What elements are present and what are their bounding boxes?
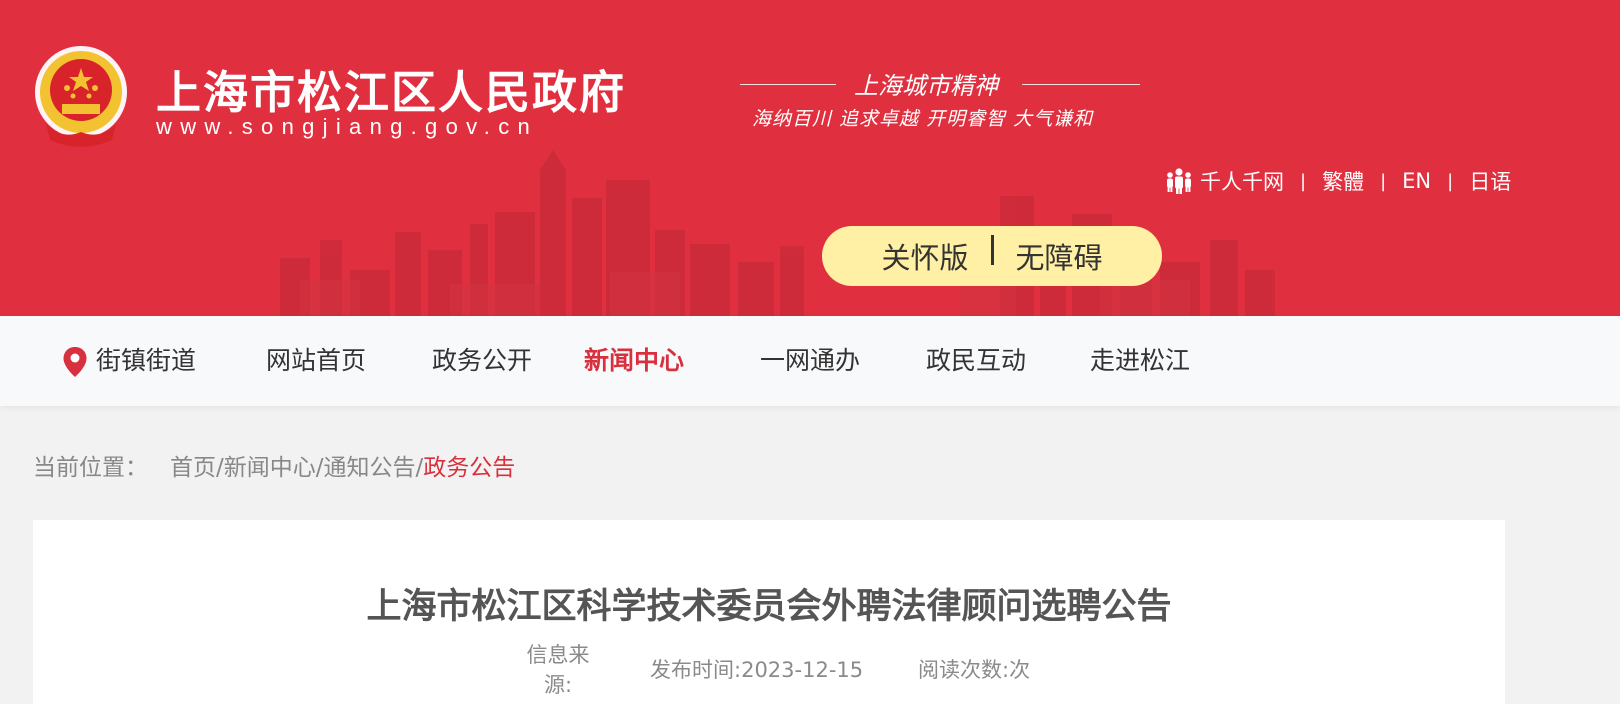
traditional-chinese-link[interactable]: 繁體: [1322, 166, 1364, 196]
view-count-label: 阅读次数:: [918, 658, 1010, 682]
caring-mode-button[interactable]: 关怀版: [881, 235, 968, 277]
people-icon: [1167, 168, 1191, 194]
location-pin-icon: [63, 347, 87, 377]
breadcrumb: 当前位置： 首页/新闻中心/通知公告/政务公告: [33, 448, 515, 482]
info-source-label: 信息来源:: [526, 643, 590, 697]
separator: |: [1300, 170, 1307, 192]
breadcrumb-current[interactable]: 政务公告: [423, 455, 515, 481]
separator: |: [1380, 170, 1387, 192]
qianren-qianwang-link[interactable]: 千人千网: [1200, 166, 1284, 196]
view-count-unit: 次: [1009, 658, 1031, 682]
site-url[interactable]: www.songjiang.gov.cn: [156, 114, 538, 140]
nav-public-interaction[interactable]: 政民互动: [926, 316, 1026, 406]
breadcrumb-path[interactable]: 首页/新闻中心/通知公告/: [170, 455, 423, 481]
nav-home[interactable]: 网站首页: [266, 316, 366, 406]
view-count: 阅读次数:次: [918, 654, 1030, 684]
nav-streets[interactable]: 街镇街道: [96, 316, 196, 406]
city-spirit-subtitle: 海纳百川 追求卓越 开明睿智 大气谦和: [752, 108, 1094, 130]
pill-divider: [990, 235, 994, 265]
nav-government-affairs[interactable]: 政务公开: [432, 316, 532, 406]
accessibility-pill: 关怀版 无障碍: [822, 226, 1162, 286]
nav-one-network-service[interactable]: 一网通办: [760, 316, 860, 406]
separator: |: [1447, 170, 1454, 192]
nav-about-songjiang[interactable]: 走进松江: [1090, 316, 1190, 406]
spirit-line-right: [1022, 84, 1140, 85]
site-name[interactable]: 上海市松江区人民政府: [156, 56, 626, 121]
breadcrumb-label: 当前位置：: [33, 455, 148, 481]
english-link[interactable]: EN: [1402, 169, 1431, 193]
publish-date: 2023-12-15: [741, 658, 864, 682]
city-skyline-decoration: [280, 150, 1275, 316]
japanese-link[interactable]: 日语: [1469, 166, 1511, 196]
main-nav: 街镇街道 网站首页 政务公开 新闻中心 一网通办 政民互动 走进松江: [0, 316, 1620, 406]
nav-news-center[interactable]: 新闻中心: [584, 316, 684, 406]
city-spirit-title: 上海城市精神: [854, 72, 998, 100]
site-header: 上海市松江区人民政府 www.songjiang.gov.cn 上海城市精神 海…: [0, 0, 1620, 316]
spirit-line-left: [740, 84, 836, 85]
article-title: 上海市松江区科学技术委员会外聘法律顾问选聘公告: [366, 587, 1172, 627]
publish-time-label: 发布时间:: [650, 658, 742, 682]
top-links: 千人千网 | 繁體 | EN | 日语: [1164, 164, 1511, 198]
national-emblem-logo: [35, 46, 127, 147]
publish-time: 发布时间:2023-12-15: [650, 654, 863, 684]
accessibility-button[interactable]: 无障碍: [1016, 235, 1103, 277]
